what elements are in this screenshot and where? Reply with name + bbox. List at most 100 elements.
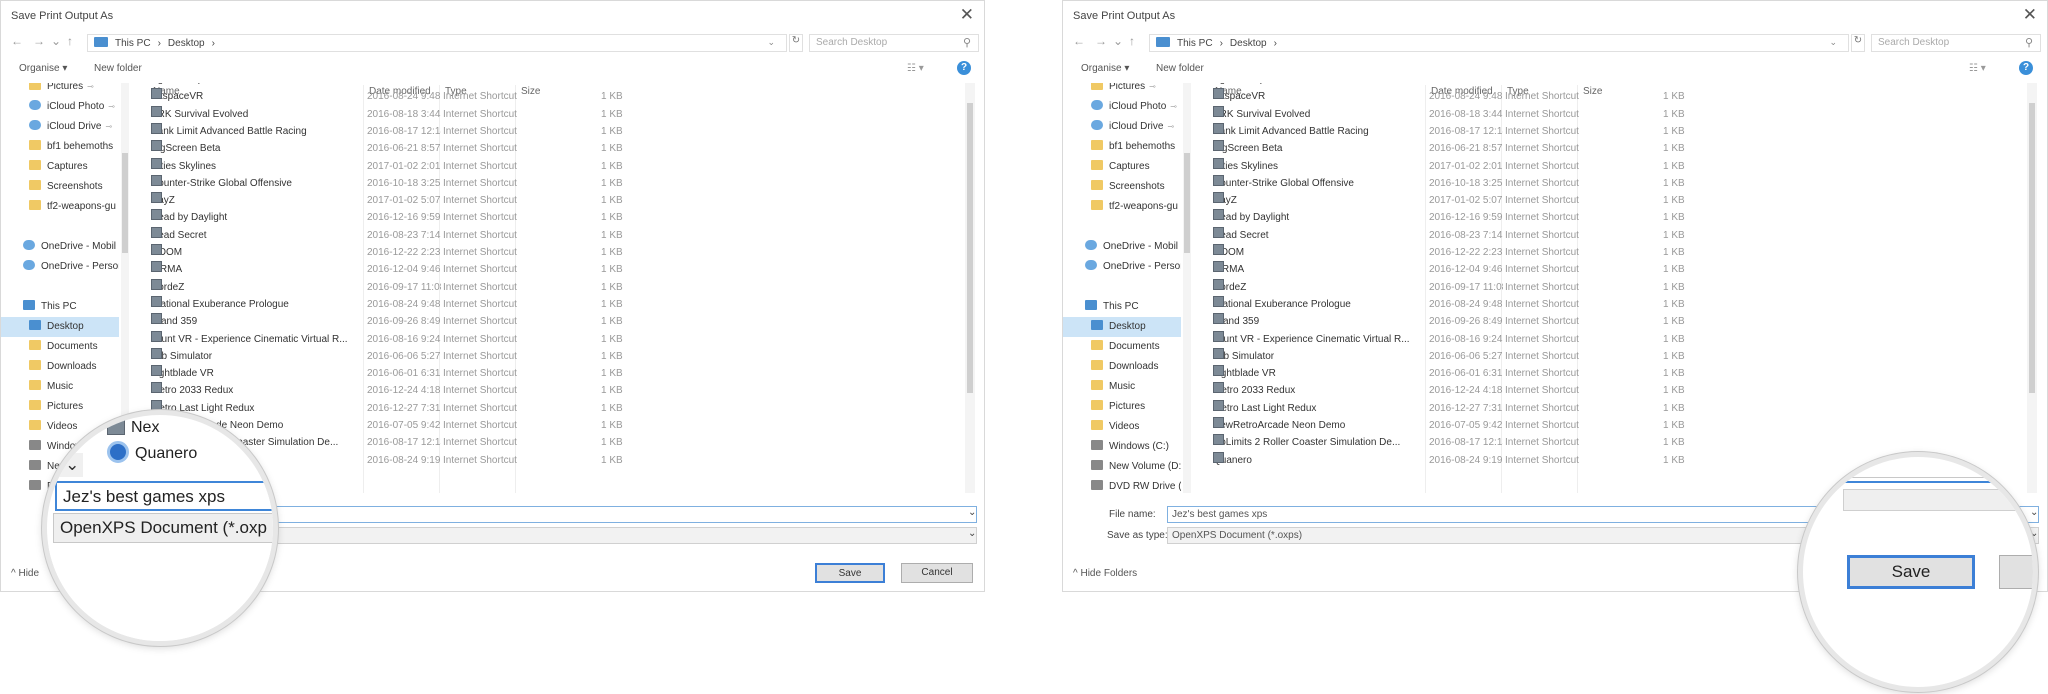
file-row[interactable]: Dead by Daylight 2016-12-16 9:59 AMIntern… [149, 209, 959, 226]
nav-item[interactable]: iCloud Photo ⊸ [1063, 97, 1181, 117]
file-row[interactable]: Island 359 2016-09-26 8:49 PMInternet Sho… [1211, 313, 2021, 330]
nav-item[interactable]: bf1 behemoths [1063, 137, 1181, 157]
chevron-down-icon[interactable]: ⌄ [1113, 34, 1123, 48]
nav-item[interactable]: Screenshots [1, 177, 119, 197]
file-row[interactable]: ARK Survival Evolved 2016-08-18 3:44 PMIn… [1211, 105, 2021, 123]
nav-scroll-thumb[interactable] [1184, 153, 1190, 253]
forward-arrow-icon[interactable]: → [1095, 34, 1107, 48]
forward-arrow-icon[interactable]: → [33, 34, 45, 48]
file-row[interactable]: NewRetroArcade Neon Demo2016-07-05 9:42 … [149, 417, 959, 434]
cancel-button[interactable]: Cancel [901, 563, 973, 583]
address-dropdown-icon[interactable]: ⌄ [767, 37, 775, 48]
file-row[interactable]: ARK Survival Evolved 2016-08-18 3:44 PMIn… [149, 105, 959, 123]
breadcrumb-desktop[interactable]: Desktop [168, 38, 205, 49]
file-row[interactable]: BigScreen Beta 2016-06-21 8:57 AMInternet… [149, 140, 959, 157]
nav-item[interactable]: Captures [1, 157, 119, 177]
nav-scrollbar[interactable] [1183, 83, 1191, 493]
view-options-icon[interactable]: ☷ ▾ [907, 63, 924, 74]
nav-item[interactable]: iCloud Drive ⊸ [1, 117, 119, 137]
magnified-dropdown[interactable]: (I ⌄ [47, 453, 83, 477]
back-arrow-icon[interactable]: ← [1073, 34, 1085, 48]
nav-item[interactable]: Windows (C:) [1063, 437, 1181, 457]
nav-item[interactable]: Documents [1063, 337, 1181, 357]
file-row[interactable]: Age of Empires II HD Edition 2016-12-02 3… [149, 83, 959, 88]
file-row[interactable]: Metro Last Light Redux2016-12-27 7:31 PM… [1211, 399, 2021, 417]
up-arrow-icon[interactable]: ↑ [67, 34, 73, 48]
file-scroll-thumb[interactable] [2029, 103, 2035, 393]
file-scroll-thumb[interactable] [967, 103, 973, 393]
file-row[interactable]: DOOM 2016-12-22 2:23 PMInternet Shortcut 1… [149, 244, 959, 261]
nav-item[interactable]: Documents [1, 337, 119, 357]
nav-item[interactable]: iCloud Drive ⊸ [1063, 117, 1181, 137]
file-row[interactable]: Cities Skylines 2017-01-02 2:01 PMInterne… [149, 157, 959, 175]
breadcrumb-this-pc[interactable]: This PC [115, 38, 151, 49]
nav-item[interactable]: New Volume (D: [1063, 457, 1181, 477]
nav-item[interactable]: Music [1, 377, 119, 397]
nav-item[interactable]: tf2-weapons-gu [1, 197, 119, 217]
file-row[interactable]: Bank Limit Advanced Battle Racing 2016-08… [149, 122, 959, 140]
file-row[interactable]: Lightblade VR 2016-06-01 6:31 PMInternet … [149, 365, 959, 382]
nav-item[interactable]: Pictures ⊸ [1, 83, 119, 97]
chevron-down-icon[interactable]: ⌄ [968, 528, 976, 539]
nav-item[interactable]: DVD RW Drive (E [1063, 477, 1181, 493]
nav-item[interactable]: Videos [1063, 417, 1181, 437]
nav-item[interactable]: Screenshots [1063, 177, 1181, 197]
file-row[interactable]: Jaunt VR - Experience Cinematic Virtual … [1211, 330, 2021, 348]
magnified-save-type-select[interactable]: OpenXPS Document (*.oxp [53, 513, 273, 543]
file-row[interactable]: NewRetroArcade Neon Demo2016-07-05 9:42 … [1211, 417, 2021, 434]
organise-button[interactable]: Organise ▾ [1081, 63, 1129, 74]
file-row[interactable]: Metro 2033 Redux 2016-12-24 4:18 PMIntern… [1211, 382, 2021, 399]
organise-button[interactable]: Organise ▾ [19, 63, 67, 74]
magnified-cancel-button[interactable] [1999, 555, 2033, 589]
file-row[interactable]: AltspaceVR 2016-08-24 9:48 PMInternet Sho… [149, 88, 959, 105]
up-arrow-icon[interactable]: ↑ [1129, 34, 1135, 48]
new-folder-button[interactable]: New folder [94, 63, 142, 74]
file-row[interactable]: Island 359 2016-09-26 8:49 PMInternet Sho… [149, 313, 959, 330]
hide-folders-toggle[interactable]: ^ Hide [11, 568, 39, 579]
breadcrumb-this-pc[interactable]: This PC [1177, 38, 1213, 49]
file-row[interactable]: Irrational Exuberance Prologue 2016-08-24… [1211, 295, 2021, 313]
nav-item[interactable]: Desktop [1063, 317, 1181, 337]
view-options-icon[interactable]: ☷ ▾ [1969, 63, 1986, 74]
file-row[interactable]: Lightblade VR 2016-06-01 6:31 PMInternet … [1211, 365, 2021, 382]
nav-item[interactable]: tf2-weapons-gu [1063, 197, 1181, 217]
nav-scroll-thumb[interactable] [122, 153, 128, 253]
file-list-scrollbar[interactable] [2027, 83, 2037, 493]
nav-item[interactable]: Pictures [1, 397, 119, 417]
address-field[interactable]: This PC › Desktop › ⌄ [1149, 34, 1849, 52]
help-icon[interactable]: ? [2019, 61, 2033, 75]
nav-item[interactable]: Pictures [1063, 397, 1181, 417]
nav-item[interactable]: Captures [1063, 157, 1181, 177]
save-button[interactable]: Save [815, 563, 885, 583]
chevron-down-icon[interactable]: ⌄ [968, 507, 976, 518]
file-row[interactable]: Irrational Exuberance Prologue 2016-08-24… [149, 295, 959, 313]
nav-item[interactable]: Downloads [1063, 357, 1181, 377]
nav-item[interactable]: Pictures ⊸ [1063, 83, 1181, 97]
search-input[interactable]: Search Desktop [809, 34, 979, 52]
file-row[interactable]: FIRMA 2016-12-04 9:46 PMInternet Shortcut… [1211, 261, 2021, 278]
hide-folders-toggle[interactable]: ^ Hide Folders [1073, 568, 1137, 579]
file-row[interactable]: Metro 2033 Redux 2016-12-24 4:18 PMIntern… [149, 382, 959, 399]
file-row[interactable]: Jaunt VR - Experience Cinematic Virtual … [149, 330, 959, 348]
nav-item[interactable]: OneDrive - Persor [1063, 257, 1181, 277]
file-row[interactable]: Job Simulator 2016-06-06 5:27 PMInternet … [1211, 347, 2021, 365]
file-row[interactable]: HordeZ 2016-09-17 11:08 ...Internet Short… [149, 278, 959, 296]
file-row[interactable]: Quanero2016-08-24 9:19 PMInternet Shortc… [149, 451, 959, 469]
nav-item[interactable]: OneDrive - Mobil [1, 237, 119, 257]
file-list-scrollbar[interactable] [965, 83, 975, 493]
magnified-file-name-input[interactable]: Jez's best games xps [55, 481, 273, 511]
file-row[interactable]: AltspaceVR 2016-08-24 9:48 PMInternet Sho… [1211, 88, 2021, 105]
file-row[interactable]: HordeZ 2016-09-17 11:08 ...Internet Short… [1211, 278, 2021, 296]
file-row[interactable]: Metro Last Light Redux2016-12-27 7:31 PM… [149, 399, 959, 417]
file-row[interactable]: DayZ 2017-01-02 5:07 PMInternet Shortcut 1… [149, 192, 959, 209]
close-icon[interactable]: ✕ [2023, 5, 2037, 25]
nav-item[interactable]: Music [1063, 377, 1181, 397]
nav-item[interactable]: This PC [1063, 297, 1181, 317]
nav-item[interactable]: bf1 behemoths [1, 137, 119, 157]
file-row[interactable]: NoLimits 2 Roller Coaster Simulation De.… [1211, 434, 2021, 451]
address-dropdown-icon[interactable]: ⌄ [1829, 37, 1837, 48]
file-row[interactable]: Dead Secret 2016-08-23 7:14 PMInternet Sh… [1211, 226, 2021, 244]
file-row[interactable]: NoLimits 2 Roller Coaster Simulation De.… [149, 434, 959, 451]
help-icon[interactable]: ? [957, 61, 971, 75]
file-row[interactable]: FIRMA 2016-12-04 9:46 PMInternet Shortcut… [149, 261, 959, 278]
